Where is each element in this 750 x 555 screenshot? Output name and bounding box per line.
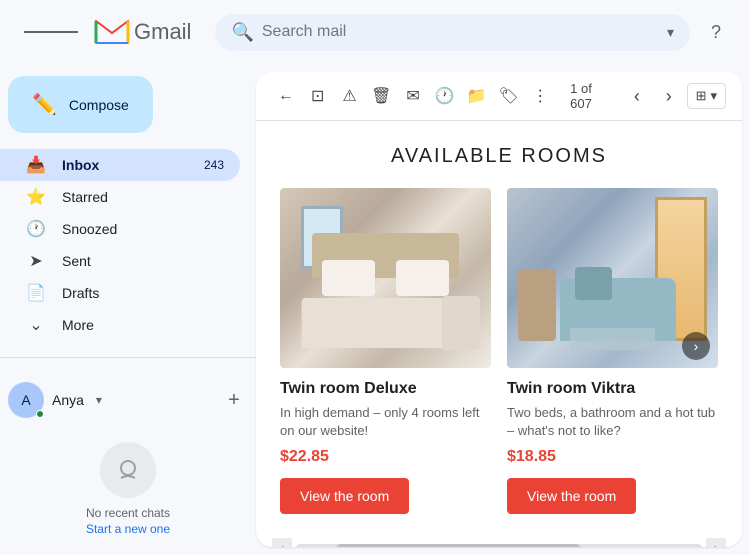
sidebar-item-sent[interactable]: ➤ Sent: [0, 245, 240, 277]
search-bar[interactable]: 🔍 ▾: [215, 14, 690, 51]
sidebar-item-label: Snoozed: [62, 221, 117, 237]
delete-button[interactable]: 🗑: [367, 80, 395, 112]
available-rooms-title: AVAILABLE ROOMS: [272, 145, 726, 168]
pillow1-decor: [322, 260, 375, 296]
room-card-twin-deluxe: Twin room Deluxe In high demand – only 4…: [280, 188, 491, 514]
view-toggle-button[interactable]: ⊞ ▾: [687, 83, 726, 109]
table-decor: [570, 328, 654, 350]
top-bar: Gmail 🔍 ▾ ?: [0, 0, 750, 64]
email-toolbar: ← ⊡ ⚠ 🗑 ✉ 🕐 📁 🏷 ⋮ 1 of 607 ‹ › ⊞ ▾: [256, 72, 742, 121]
room-card-twin-viktra: › Twin room Viktra Two beds, a bathroom …: [507, 188, 718, 514]
report-button[interactable]: ⚠: [336, 80, 364, 112]
email-body: AVAILABLE ROOMS Twin roo: [256, 121, 742, 547]
lr-chair-decor: [518, 269, 556, 341]
sidebar-item-snoozed[interactable]: 🕐 Snoozed: [0, 213, 240, 245]
avatar[interactable]: A: [8, 382, 44, 418]
pagination-text: 1 of 607: [570, 81, 611, 111]
room-image-twin-viktra: ›: [507, 188, 718, 368]
room-price-twin-deluxe: $22.85: [280, 448, 491, 466]
carousel-next-button[interactable]: ›: [682, 332, 710, 360]
sidebar-item-label: Starred: [62, 189, 108, 205]
cushion-decor: [575, 267, 613, 299]
inbox-badge: 243: [204, 158, 224, 172]
horizontal-scrollbar: ‹ ›: [256, 530, 742, 547]
mark-unread-button[interactable]: ✉: [399, 80, 427, 112]
scrollbar-thumb[interactable]: [337, 544, 581, 547]
sidebar-item-drafts[interactable]: 📄 Drafts: [0, 277, 240, 309]
room-desc-twin-viktra: Two beds, a bathroom and a hot tub – wha…: [507, 404, 718, 440]
email-content-panel: ← ⊡ ⚠ 🗑 ✉ 🕐 📁 🏷 ⋮ 1 of 607 ‹ › ⊞ ▾ AVAIL…: [256, 72, 742, 547]
chair-decor: [442, 296, 480, 350]
view-dropdown-icon: ▾: [711, 88, 718, 104]
sidebar-item-starred[interactable]: ⭐ Starred: [0, 181, 240, 213]
no-chats-text: No recent chats: [16, 506, 240, 520]
room-name-twin-viktra: Twin room Viktra: [507, 380, 718, 398]
search-dropdown-icon[interactable]: ▾: [667, 24, 674, 41]
snooze-toolbar-button[interactable]: 🕐: [431, 80, 459, 112]
next-email-button[interactable]: ›: [655, 80, 683, 112]
room-image-twin-deluxe: [280, 188, 491, 368]
main-layout: ✏️ Compose 📥 Inbox 243 ⭐ Starred 🕐 Snooz…: [0, 64, 750, 555]
compose-button[interactable]: ✏️ Compose: [8, 76, 153, 133]
room-desc-twin-deluxe: In high demand – only 4 rooms left on ou…: [280, 404, 491, 440]
sidebar-item-label: More: [62, 317, 94, 333]
start-chat-link[interactable]: Start a new one: [86, 522, 170, 536]
sidebar-item-label: Drafts: [62, 285, 99, 301]
scroll-left-button[interactable]: ‹: [272, 538, 292, 547]
user-section: A Anya ▾ +: [0, 366, 256, 426]
compose-icon: ✏️: [32, 92, 57, 117]
gmail-text: Gmail: [134, 19, 191, 45]
user-status-dot: [36, 410, 44, 418]
scrollbar-track[interactable]: [296, 544, 702, 547]
grid-view-icon: ⊞: [696, 88, 707, 104]
available-rooms-section: AVAILABLE ROOMS Twin roo: [256, 121, 742, 530]
gmail-logo: Gmail: [94, 19, 191, 45]
sidebar: ✏️ Compose 📥 Inbox 243 ⭐ Starred 🕐 Snooz…: [0, 64, 256, 555]
search-icon: 🔍: [231, 22, 253, 43]
sidebar-item-label: Inbox: [62, 157, 99, 173]
search-input[interactable]: [262, 23, 659, 41]
user-name: Anya: [52, 392, 84, 408]
help-button[interactable]: ?: [698, 14, 734, 50]
rooms-grid: Twin room Deluxe In high demand – only 4…: [272, 188, 726, 514]
prev-email-button[interactable]: ‹: [623, 80, 651, 112]
label-button[interactable]: 🏷: [495, 80, 523, 112]
view-room-button-twin-viktra[interactable]: View the room: [507, 478, 636, 514]
inbox-icon: 📥: [26, 155, 46, 175]
scroll-right-button[interactable]: ›: [706, 538, 726, 547]
snooze-icon: 🕐: [26, 219, 46, 239]
room-price-twin-viktra: $18.85: [507, 448, 718, 466]
view-room-button-twin-deluxe[interactable]: View the room: [280, 478, 409, 514]
menu-button[interactable]: [16, 20, 86, 44]
avatar-initials: A: [21, 392, 30, 408]
chat-placeholder-icon: [100, 442, 156, 498]
sidebar-item-inbox[interactable]: 📥 Inbox 243: [0, 149, 240, 181]
compose-label: Compose: [69, 97, 129, 113]
sidebar-item-more[interactable]: ⌄ More: [0, 309, 240, 341]
draft-icon: 📄: [26, 283, 46, 303]
chat-section: No recent chats Start a new one: [0, 426, 256, 544]
archive-button[interactable]: ⊡: [304, 80, 332, 112]
send-icon: ➤: [26, 251, 46, 271]
chevron-down-icon: ⌄: [26, 315, 46, 335]
star-icon: ⭐: [26, 187, 46, 207]
sidebar-item-label: Sent: [62, 253, 91, 269]
room-name-twin-deluxe: Twin room Deluxe: [280, 380, 491, 398]
pillow2-decor: [396, 260, 449, 296]
move-button[interactable]: 📁: [463, 80, 491, 112]
add-user-button[interactable]: +: [220, 386, 248, 414]
more-options-button[interactable]: ⋮: [526, 80, 554, 112]
back-button[interactable]: ←: [272, 80, 300, 112]
gmail-logo-icon: [94, 19, 130, 45]
user-dropdown-icon[interactable]: ▾: [96, 393, 102, 407]
